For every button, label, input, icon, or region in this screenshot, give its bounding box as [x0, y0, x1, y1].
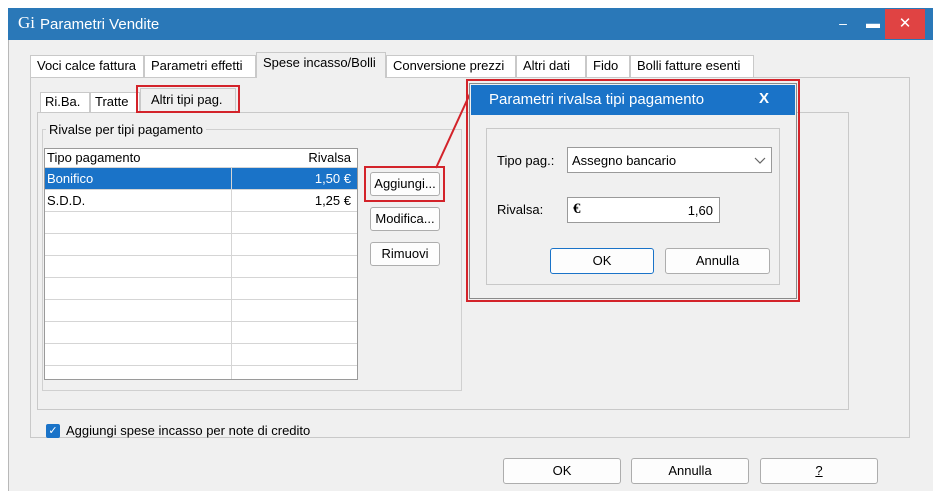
dialog-title-bar: Parametri rivalsa tipi pagamento X: [471, 85, 795, 115]
ok-button[interactable]: OK: [503, 458, 621, 484]
euro-icon: €: [573, 201, 581, 217]
rivalsa-label: Rivalsa:: [497, 202, 544, 217]
title-bar: Gi Parametri Vendite ‒ ▬ ✕: [8, 8, 933, 40]
tipo-pag-label: Tipo pag.:: [497, 153, 555, 168]
dialog-ok-button[interactable]: OK: [550, 248, 654, 274]
help-button[interactable]: ?: [760, 458, 878, 484]
dialog-close-icon[interactable]: X: [759, 90, 769, 107]
cell-rivalsa: 1,50 €: [314, 171, 351, 186]
column-divider: [231, 167, 232, 379]
table-row-empty[interactable]: [45, 343, 357, 366]
subtab-riba[interactable]: Ri.Ba.: [40, 92, 90, 112]
tab-voci-calce-fattura[interactable]: Voci calce fattura: [30, 55, 144, 77]
table-row-empty[interactable]: [45, 277, 357, 300]
rivalsa-value: 1,60: [687, 203, 713, 218]
rimuovi-button[interactable]: Rimuovi: [370, 242, 440, 266]
header-rivalsa[interactable]: Rivalsa: [308, 150, 351, 165]
note-credito-label: Aggiungi spese incasso per note di credi…: [66, 423, 311, 438]
tab-bolli-fatture-esenti[interactable]: Bolli fatture esenti: [630, 55, 754, 77]
maximize-icon[interactable]: ▬: [858, 8, 888, 40]
note-credito-checkbox[interactable]: ✓: [46, 424, 60, 438]
table-row-empty[interactable]: [45, 321, 357, 344]
table-header: Tipo pagamento Rivalsa: [45, 149, 357, 167]
tab-fido[interactable]: Fido: [586, 55, 630, 77]
cell-rivalsa: 1,25 €: [314, 193, 351, 208]
rivalse-table[interactable]: Tipo pagamento Rivalsa Bonifico 1,50 € S…: [44, 148, 358, 380]
chevron-down-icon: [754, 157, 766, 164]
close-window-button[interactable]: ✕: [885, 9, 925, 39]
dialog-annulla-button[interactable]: Annulla: [665, 248, 770, 274]
minimize-icon[interactable]: ‒: [828, 8, 858, 40]
table-row-empty[interactable]: [45, 299, 357, 322]
tab-parametri-effetti[interactable]: Parametri effetti: [144, 55, 256, 77]
dialog-title: Parametri rivalsa tipi pagamento: [489, 91, 705, 108]
subtab-tratte[interactable]: Tratte: [90, 92, 140, 112]
rivalsa-input[interactable]: € 1,60: [567, 197, 720, 223]
tab-spese-incasso-bolli[interactable]: Spese incasso/Bolli: [256, 52, 386, 78]
tipo-pag-value: Assegno bancario: [572, 153, 677, 168]
annulla-button[interactable]: Annulla: [631, 458, 749, 484]
table-row-empty[interactable]: [45, 211, 357, 234]
table-row[interactable]: S.D.D. 1,25 €: [45, 189, 357, 212]
window-title: Parametri Vendite: [40, 16, 160, 33]
cell-tipo: S.D.D.: [47, 193, 86, 208]
app-logo-icon: Gi: [18, 13, 35, 32]
highlight-box-subtab: [136, 85, 240, 113]
table-row[interactable]: Bonifico 1,50 €: [45, 167, 357, 190]
tab-conversione-prezzi[interactable]: Conversione prezzi: [386, 55, 516, 77]
tab-altri-dati[interactable]: Altri dati: [516, 55, 586, 77]
header-tipo-pagamento[interactable]: Tipo pagamento: [47, 150, 140, 165]
group-label: Rivalse per tipi pagamento: [46, 122, 206, 137]
table-row-empty[interactable]: [45, 233, 357, 256]
modifica-button[interactable]: Modifica...: [370, 207, 440, 231]
table-row-empty[interactable]: [45, 365, 357, 379]
cell-tipo: Bonifico: [47, 171, 94, 186]
tipo-pag-select[interactable]: Assegno bancario: [567, 147, 772, 173]
table-row-empty[interactable]: [45, 255, 357, 278]
